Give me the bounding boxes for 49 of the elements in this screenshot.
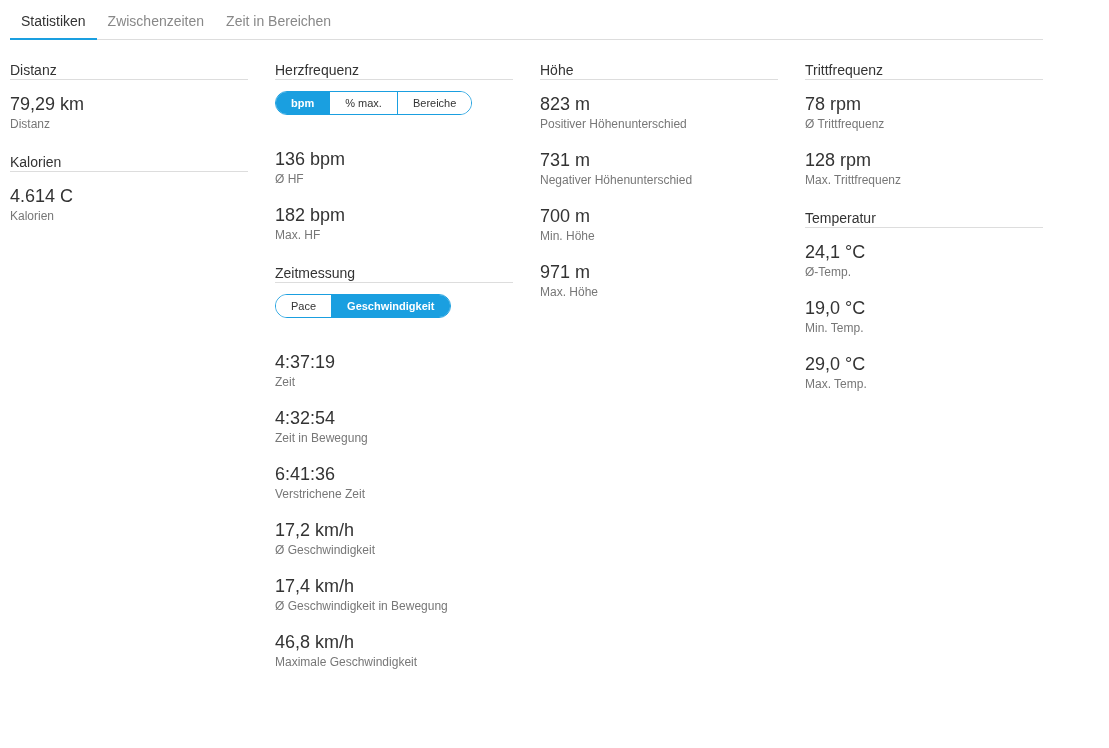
- stat-label: Ø HF: [275, 171, 305, 187]
- stat-value: 823 m: [540, 93, 592, 116]
- stat-label: Max. Trittfrequenz: [805, 172, 903, 188]
- stat-label: Min. Temp.: [805, 320, 865, 336]
- stat-value: 78 rpm: [805, 93, 863, 116]
- stat-label: Ø Geschwindigkeit in Bewegung: [275, 598, 449, 614]
- stat-value: 700 m: [540, 205, 592, 228]
- stat-value: 136 bpm: [275, 148, 347, 171]
- stat-value: 46,8 km/h: [275, 631, 356, 654]
- section-heading: Herzfrequenz: [275, 62, 513, 80]
- stat-label: Positiver Höhenunterschied: [540, 116, 688, 132]
- stat-label: Zeit in Bewegung: [275, 430, 369, 446]
- stat-label: Negativer Höhenunterschied: [540, 172, 694, 188]
- stat-label: Min. Höhe: [540, 228, 596, 244]
- stat-label: Ø Trittfrequenz: [805, 116, 886, 132]
- stat-value: 24,1 °C: [805, 241, 867, 264]
- stat-label: Ø Geschwindigkeit: [275, 542, 377, 558]
- stat-label: Maximale Geschwindigkeit: [275, 654, 419, 670]
- stat-value: 128 rpm: [805, 149, 873, 172]
- section-heading: Kalorien: [10, 154, 248, 172]
- tab[interactable]: Statistiken: [10, 4, 97, 40]
- stat-label: Distanz: [10, 116, 51, 132]
- toggle-option[interactable]: Bereiche: [396, 92, 472, 114]
- stat-value: 4:37:19: [275, 351, 337, 374]
- stat-label: Zeit: [275, 374, 296, 390]
- stat-value: 731 m: [540, 149, 592, 172]
- stat-value: 971 m: [540, 261, 592, 284]
- stat-label: Max. Höhe: [540, 284, 600, 300]
- stat-value: 17,4 km/h: [275, 575, 356, 598]
- stat-label: Max. Temp.: [805, 376, 868, 392]
- stat-value: 6:41:36: [275, 463, 337, 486]
- stat-label: Kalorien: [10, 208, 56, 224]
- tab[interactable]: Zeit in Bereichen: [215, 4, 343, 40]
- section-heading: Zeitmessung: [275, 265, 513, 283]
- section-heading: Trittfrequenz: [805, 62, 1043, 80]
- stat-value: 4:32:54: [275, 407, 337, 430]
- stat-value: 79,29 km: [10, 93, 86, 116]
- stat-value: 19,0 °C: [805, 297, 867, 320]
- tab[interactable]: Zwischenzeiten: [96, 4, 216, 40]
- stat-value: 182 bpm: [275, 204, 347, 227]
- stat-value: 4.614 C: [10, 185, 75, 208]
- stat-label: Ø-Temp.: [805, 264, 852, 280]
- stat-value: 29,0 °C: [805, 353, 867, 376]
- section-heading: Temperatur: [805, 210, 1043, 228]
- section-heading: Distanz: [10, 62, 248, 80]
- stat-label: Max. HF: [275, 227, 322, 243]
- stat-label: Verstrichene Zeit: [275, 486, 367, 502]
- stat-value: 17,2 km/h: [275, 519, 356, 542]
- section-heading: Höhe: [540, 62, 778, 80]
